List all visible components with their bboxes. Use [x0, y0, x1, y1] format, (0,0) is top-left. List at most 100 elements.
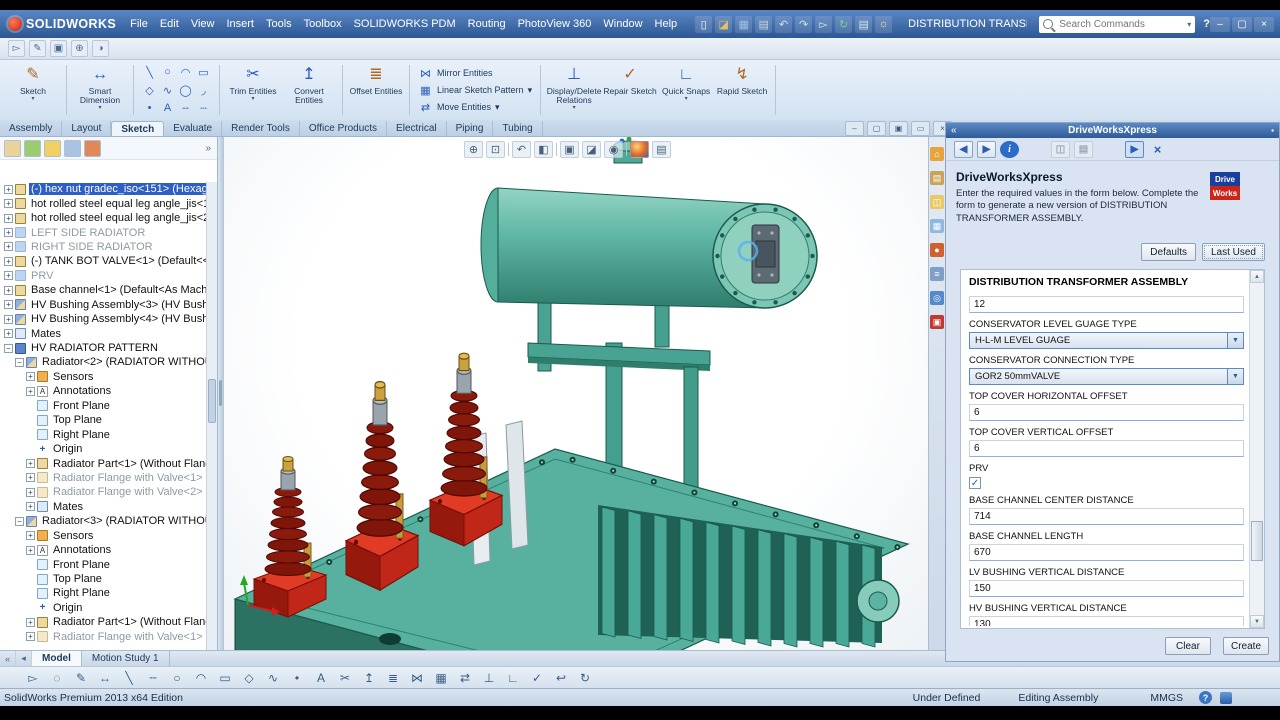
- open-icon[interactable]: ◪: [715, 15, 733, 33]
- tab-piping[interactable]: Piping: [447, 121, 494, 136]
- status-tip-icon[interactable]: [1220, 691, 1232, 704]
- doc-minimize-button[interactable]: –: [845, 121, 864, 136]
- tab-assembly[interactable]: Assembly: [0, 121, 63, 136]
- zoom-flyout-icon[interactable]: ⊕: [71, 40, 88, 57]
- tree-item-radiator-3-radiator-without-fi[interactable]: − Radiator<3> (RADIATOR WITHOUT FI: [2, 514, 206, 528]
- construction-line-icon[interactable]: ┄: [195, 100, 212, 117]
- lasso-select-icon[interactable]: ◌: [48, 669, 66, 687]
- expand-toggle-icon[interactable]: +: [4, 314, 13, 324]
- trim-icon[interactable]: ✂: [336, 669, 354, 687]
- expand-toggle-icon[interactable]: +: [4, 256, 13, 266]
- sketch-fillet-icon[interactable]: ◞: [195, 82, 212, 99]
- graphics-viewport[interactable]: ⊕ ⊡ ↶ ◧ ▣ ◪ ◉ ▤: [218, 137, 928, 650]
- scroll-up-icon[interactable]: ▲: [1250, 270, 1264, 283]
- exit-sketch-icon[interactable]: ↩: [552, 669, 570, 687]
- close-button[interactable]: ×: [1148, 141, 1167, 158]
- options-icon[interactable]: ☼: [875, 15, 893, 33]
- tab-render-tools[interactable]: Render Tools: [222, 121, 300, 136]
- tab-scroll-left-icon[interactable]: ◂: [16, 651, 32, 666]
- expand-toggle-icon[interactable]: +: [4, 242, 13, 252]
- tree-item-annotations[interactable]: + A Annotations: [2, 543, 206, 557]
- menu-window[interactable]: Window: [597, 16, 648, 32]
- tree-item-radiator-2-radiator-without-fi[interactable]: − Radiator<2> (RADIATOR WITHOUT FI: [2, 355, 206, 369]
- tree-item-front-plane[interactable]: Front Plane: [2, 557, 206, 571]
- view-flyout-icon[interactable]: ▣: [50, 40, 67, 57]
- tree-item-right-plane[interactable]: Right Plane: [2, 427, 206, 441]
- collapse-pane-icon[interactable]: «: [951, 125, 957, 136]
- dropdown-arrow-icon[interactable]: ▼: [1227, 333, 1243, 348]
- rapid-sketch-button[interactable]: ↯ Rapid Sketch: [714, 63, 770, 118]
- expand-toggle-icon[interactable]: +: [4, 285, 13, 295]
- scroll-thumb[interactable]: [208, 378, 216, 423]
- expand-toggle-icon[interactable]: +: [26, 473, 35, 483]
- menu-photoview-360[interactable]: PhotoView 360: [512, 16, 598, 32]
- tab-dimxpertmanager[interactable]: [64, 139, 81, 157]
- smart-dimension-icon[interactable]: ↔: [96, 669, 114, 687]
- panel-splitter[interactable]: [218, 137, 224, 650]
- tree-item-hv-bushing-assembly-4-hv-bushing-w[interactable]: + HV Bushing Assembly<4> (HV Bushing w: [2, 312, 206, 326]
- print-icon[interactable]: ▤: [755, 15, 773, 33]
- mirror-icon[interactable]: ⋈: [408, 669, 426, 687]
- sketch-flyout-icon[interactable]: ✎: [29, 40, 46, 57]
- expand-toggle-icon[interactable]: +: [26, 372, 35, 382]
- smart-dimension-button[interactable]: ↔ Smart Dimension ▾: [72, 63, 128, 118]
- tree-item-hot-rolled-steel-equal-leg-angle-jis-2[interactable]: + hot rolled steel equal leg angle_jis<2>…: [2, 211, 206, 225]
- tab-evaluate[interactable]: Evaluate: [164, 121, 223, 136]
- defaults-button[interactable]: Defaults: [1141, 243, 1196, 261]
- new-document-icon[interactable]: ▯: [695, 15, 713, 33]
- tree-item-radiator-part-1-without-flange[interactable]: + Radiator Part<1> (Without Flange: [2, 615, 206, 629]
- tree-item-mates[interactable]: + Mates: [2, 500, 206, 514]
- info-button[interactable]: i: [1000, 140, 1019, 158]
- circle-icon[interactable]: ○: [168, 669, 186, 687]
- expand-toggle-icon[interactable]: +: [26, 386, 35, 396]
- expand-toggle-icon[interactable]: +: [26, 632, 35, 642]
- tree-item-top-plane[interactable]: Top Plane: [2, 413, 206, 427]
- expand-toggle-icon[interactable]: −: [15, 357, 24, 367]
- solidworks-forum-icon[interactable]: ◎: [930, 291, 944, 305]
- expand-tabs-icon[interactable]: »: [205, 143, 217, 154]
- minimize-button[interactable]: –: [1210, 16, 1230, 32]
- tree-item-annotations[interactable]: + A Annotations: [2, 384, 206, 398]
- input-top-cover-horizontal-offset[interactable]: 6: [969, 404, 1244, 421]
- tab-featuremanager-design-tree[interactable]: [4, 139, 21, 157]
- redo-icon[interactable]: ↷: [795, 15, 813, 33]
- menu-help[interactable]: Help: [649, 16, 684, 32]
- move-icon[interactable]: ⇄: [456, 669, 474, 687]
- last-used-button[interactable]: Last Used: [1201, 243, 1265, 261]
- solidworks-resources-icon[interactable]: ⌂: [930, 147, 944, 161]
- convert-icon[interactable]: ↥: [360, 669, 378, 687]
- ellipse-icon[interactable]: ◯: [177, 82, 194, 99]
- form-scrollbar[interactable]: ▲ ▼: [1249, 270, 1264, 628]
- hide-show-items-icon[interactable]: ◉: [604, 141, 623, 158]
- offset-icon[interactable]: ≣: [384, 669, 402, 687]
- circle-icon[interactable]: ○: [159, 64, 176, 81]
- move-entities-button[interactable]: ⇄ Move Entities ▾: [415, 99, 535, 116]
- mirror-entities-button[interactable]: ⋈ Mirror Entities: [415, 65, 535, 82]
- rebuild-icon[interactable]: ↻: [576, 669, 594, 687]
- expand-toggle-icon[interactable]: +: [26, 545, 35, 555]
- menu-solidworks-pdm[interactable]: SOLIDWORKS PDM: [348, 16, 462, 32]
- input-base-channel-length[interactable]: 670: [969, 544, 1244, 561]
- tab-propertymanager[interactable]: [24, 139, 41, 157]
- expand-toggle-icon[interactable]: +: [4, 213, 13, 223]
- tab-office-products[interactable]: Office Products: [300, 121, 388, 136]
- tree-item-left-side-radiator[interactable]: + LEFT SIDE RADIATOR: [2, 225, 206, 239]
- tree-item-prv[interactable]: + PRV: [2, 269, 206, 283]
- input-lv-bushing-vertical-distance[interactable]: 150: [969, 580, 1244, 597]
- rebuild-icon[interactable]: ↻: [835, 15, 853, 33]
- menu-view[interactable]: View: [185, 16, 221, 32]
- tree-item-base-channel-1-default-as-machined[interactable]: + Base channel<1> (Default<As Machined>: [2, 283, 206, 297]
- sketch-icon[interactable]: ✎: [72, 669, 90, 687]
- view-orientation-icon[interactable]: ▣: [560, 141, 579, 158]
- tree-item-front-plane[interactable]: Front Plane: [2, 399, 206, 413]
- edit-appearance-icon[interactable]: [630, 141, 649, 158]
- transformer-3d-model[interactable]: [218, 137, 928, 650]
- design-library-icon[interactable]: ▤: [930, 171, 944, 185]
- quick-snaps-icon[interactable]: ∟: [504, 669, 522, 687]
- centerline-icon[interactable]: ╌: [144, 669, 162, 687]
- sketch-button[interactable]: ✎ Sketch ▾: [5, 63, 61, 118]
- linear-pattern-icon[interactable]: ▦: [432, 669, 450, 687]
- expand-toggle-icon[interactable]: +: [4, 228, 13, 238]
- input-top-cover-vertical-offset[interactable]: 6: [969, 440, 1244, 457]
- doc-tile-button[interactable]: ▭: [911, 121, 930, 136]
